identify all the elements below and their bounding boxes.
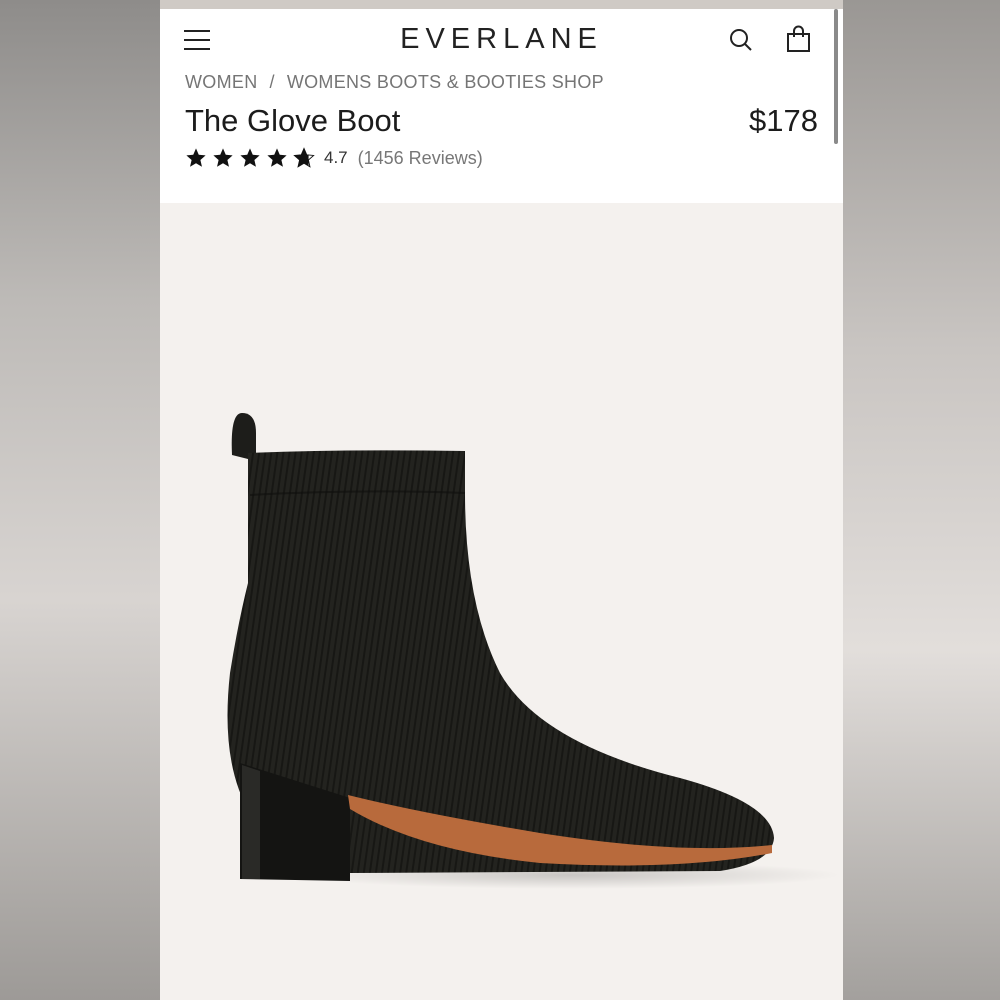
product-price: $178 <box>749 103 818 138</box>
star-icon <box>240 148 260 167</box>
star-half-icon <box>293 147 315 168</box>
product-title: The Glove Boot <box>185 103 401 138</box>
breadcrumb-separator: / <box>269 72 275 92</box>
breadcrumb-women[interactable]: WOMEN <box>185 72 258 92</box>
bag-icon[interactable] <box>786 25 812 53</box>
star-icon <box>186 148 206 167</box>
reviews-count[interactable]: (1456 Reviews) <box>358 148 483 169</box>
phone-screen: EVERLANE WOMEN / WOMENS BOOTS & BOOTIES SH… <box>160 0 843 1000</box>
breadcrumb-boots-shop[interactable]: WOMENS BOOTS & BOOTIES SHOP <box>287 72 604 92</box>
star-icon <box>267 148 287 167</box>
product-header: EVERLANE WOMEN / WOMENS BOOTS & BOOTIES SH… <box>160 9 843 203</box>
breadcrumb: WOMEN / WOMENS BOOTS & BOOTIES SHOP <box>185 72 604 93</box>
product-image-area <box>160 203 843 1000</box>
blurred-background-right <box>843 0 1000 1000</box>
star-icon <box>213 148 233 167</box>
search-icon[interactable] <box>728 27 754 53</box>
blurred-background-left <box>0 0 160 1000</box>
boot-image[interactable] <box>160 203 843 1000</box>
rating-row[interactable]: 4.7 (1456 Reviews) <box>185 146 483 170</box>
status-strip <box>160 0 843 9</box>
rating-value: 4.7 <box>324 148 348 167</box>
